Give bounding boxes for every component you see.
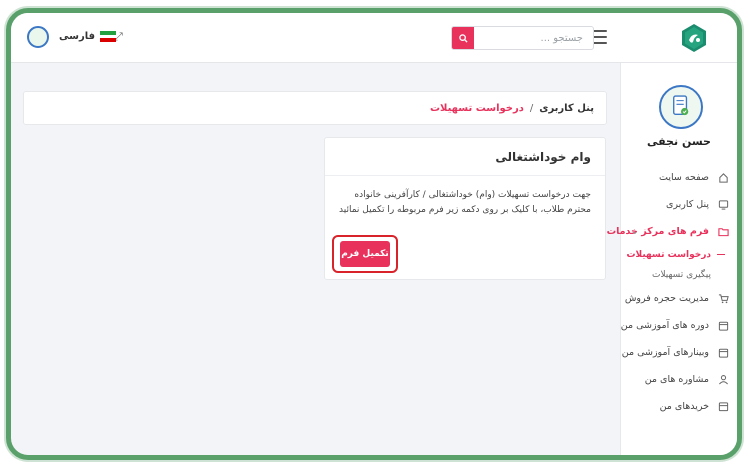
sidebar-item-shop-management[interactable]: مدیریت حجره فروش ‹ <box>621 285 737 312</box>
sidebar-item-my-consultations[interactable]: مشاوره های من <box>621 366 737 393</box>
user-avatar-icon <box>659 85 703 129</box>
sidebar-item-user-panel[interactable]: پنل کاربری <box>621 191 737 218</box>
sidebar-item-site-page[interactable]: صفحه سایت <box>621 164 737 191</box>
sidebar-item-label: درخواست تسهیلات <box>626 250 711 260</box>
sidebar-item-label: فرم های مرکز خدمات <box>606 226 709 237</box>
sidebar-item-my-webinars[interactable]: وبینارهای آموزشی من <box>621 339 737 366</box>
sidebar-item-label: پنل کاربری <box>665 199 709 210</box>
chevron-left-icon: ‹ <box>631 293 635 304</box>
sidebar-item-label: صفحه سایت <box>659 172 709 183</box>
sidebar-item-label: وبینارهای آموزشی من <box>621 347 709 358</box>
sidebar-item-label: مدیریت حجره فروش <box>624 293 709 304</box>
sidebar-item-my-purchases[interactable]: خریدهای من <box>621 393 737 420</box>
calendar-icon <box>717 347 729 359</box>
language-label: فارسی <box>59 31 96 42</box>
monitor-icon <box>717 199 729 211</box>
search-icon <box>458 33 468 43</box>
browser-frame: ⤢ فارسی حسن نجفی صفحه سایت <box>6 8 742 460</box>
sidebar-item-label: مشاوره های من <box>644 374 709 385</box>
sidebar-item-my-courses[interactable]: دوره های آموزشی من <box>621 312 737 339</box>
search-input[interactable] <box>476 27 591 49</box>
chevron-down-icon: ⌄ <box>631 226 639 237</box>
highlight-frame: تکمیل فرم <box>332 235 398 273</box>
user-profile-icon[interactable] <box>27 26 49 48</box>
sidebar-item-label: خریدهای من <box>659 401 709 412</box>
search-box <box>451 26 594 50</box>
user-name: حسن نجفی <box>647 135 711 148</box>
iran-flag-icon <box>100 31 117 42</box>
top-bar: ⤢ فارسی <box>11 13 737 63</box>
breadcrumb-current: درخواست تسهیلات <box>429 102 524 114</box>
search-button[interactable] <box>452 27 474 49</box>
card-description: جهت درخواست تسهیلات (وام) خوداشتغالی / ک… <box>339 190 591 215</box>
sidebar-nav: صفحه سایت پنل کاربری فرم های مرکز خدمات … <box>607 164 737 420</box>
calendar-icon <box>717 320 729 332</box>
home-icon <box>717 172 729 184</box>
sidebar-subitem-facility-tracking[interactable]: پیگیری تسهیلات <box>621 265 737 285</box>
site-logo-icon[interactable] <box>679 23 709 53</box>
breadcrumb-home-link[interactable]: پنل کاربری <box>539 103 594 114</box>
sidebar-subitem-facility-request[interactable]: درخواست تسهیلات <box>621 245 737 265</box>
sidebar: حسن نجفی صفحه سایت پنل کاربری فرم های مر… <box>607 63 737 455</box>
cart-icon <box>717 293 729 305</box>
sidebar-item-label: پیگیری تسهیلات <box>651 270 711 280</box>
complete-form-button[interactable]: تکمیل فرم <box>340 241 390 267</box>
folder-icon <box>717 226 729 238</box>
list-icon <box>717 401 729 413</box>
loan-card: وام خوداشتغالی جهت درخواست تسهیلات (وام)… <box>324 137 606 280</box>
sidebar-item-label: دوره های آموزشی من <box>620 320 709 331</box>
language-selector[interactable]: فارسی <box>59 31 117 42</box>
breadcrumb: پنل کاربری / درخواست تسهیلات <box>23 91 607 125</box>
breadcrumb-separator: / <box>529 102 534 114</box>
sidebar-item-service-forms[interactable]: فرم های مرکز خدمات ⌄ <box>607 218 737 245</box>
card-title: وام خوداشتغالی <box>325 138 605 176</box>
user-icon <box>717 374 729 386</box>
